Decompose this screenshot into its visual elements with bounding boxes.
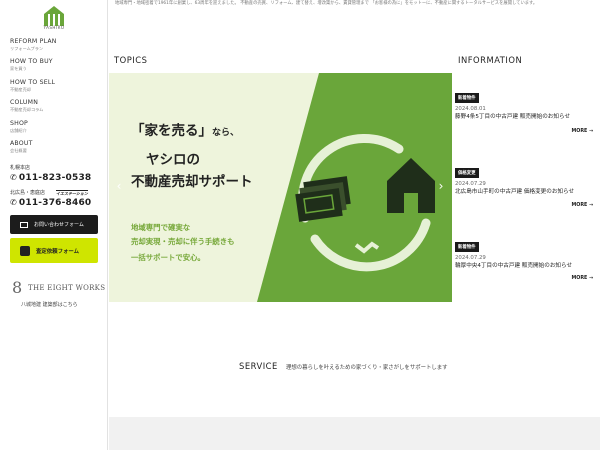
nav-label-jp: 家を買う	[10, 66, 27, 71]
store-name-kitahiroshima: 北広島・恵庭店	[10, 190, 46, 196]
appraisal-form-button[interactable]: 査定依頼フォーム	[10, 238, 98, 263]
slide-title-line1: 「家を売る」なら、	[131, 119, 239, 139]
nav-label-en: HOW TO BUY	[10, 58, 53, 65]
contact-form-button[interactable]: お問い合わせフォーム	[10, 215, 98, 234]
info-date: 2024.08.01	[455, 106, 486, 112]
info-category-badge: 価格変更	[455, 168, 479, 178]
nav-label-en: HOW TO SELL	[10, 79, 56, 86]
information-heading: INFORMATION	[458, 55, 523, 65]
nav-column[interactable]: COLUMN 不動産売却コラム	[10, 99, 105, 113]
nav-label-en: COLUMN	[10, 99, 39, 106]
nav-label-en: REFORM PLAN	[10, 38, 57, 45]
info-more-link[interactable]: MORE →	[571, 129, 593, 134]
phone-icon: ✆	[10, 198, 17, 207]
information-item[interactable]: 価格変更 2024.07.29 北広島市山手町の中古戸建 価格変更のお知らせ M…	[455, 159, 593, 208]
service-subtitle: 理想の暮らしを叶えるための家づくり・家さがしをサポートします	[286, 365, 448, 371]
slide-subtitle-line2: 売却実現・売却に伴う手続きも	[131, 237, 235, 246]
appraisal-form-label: 査定依頼フォーム	[36, 248, 79, 255]
phone-link-kitahiroshima[interactable]: ✆ 011-376-8460	[10, 198, 91, 208]
nav-label-en: SHOP	[10, 120, 28, 127]
topics-slider[interactable]: 「家を売る」なら、 ヤシロの 不動産売却サポート 地域専門で確実な 売却実現・売…	[109, 73, 452, 302]
slide-title-line2: ヤシロの	[146, 152, 200, 168]
nav-shop[interactable]: SHOP 店舗紹介	[10, 120, 105, 134]
nav-label-jp: 店舗紹介	[10, 128, 27, 133]
house-stripes-icon[interactable]	[43, 5, 65, 27]
information-item[interactable]: 新着物件 2024.07.29 輪厚中央4丁目の中古戸建 販売開始のお知らせ M…	[455, 233, 593, 281]
slide-title-line3: 不動産売却サポート	[131, 174, 253, 190]
info-title: 輪厚中央4丁目の中古戸建 販売開始のお知らせ	[455, 263, 573, 269]
intro-text: 地域専門・地域密着で1961年に創業し、63周年を迎えました。 不動産の売買、リ…	[115, 1, 538, 6]
nav-reform-plan[interactable]: REFORM PLAN リフォームプラン	[10, 38, 105, 52]
info-more-link[interactable]: MORE →	[571, 276, 593, 281]
info-more-link[interactable]: MORE →	[571, 203, 593, 208]
info-category-badge: 新着物件	[455, 242, 479, 252]
slide-subtitle-line3: 一括サポートで安心。	[131, 253, 205, 262]
phone-number: 011-823-0538	[18, 173, 92, 183]
store-name-sapporo: 札幌本店	[10, 165, 31, 171]
info-date: 2024.07.29	[455, 181, 486, 187]
service-heading: SERVICE	[239, 361, 278, 371]
nav-label-jp: 不動産売却コラム	[10, 107, 44, 112]
slider-next-arrow-icon[interactable]: ›	[435, 179, 447, 193]
sidebar: YASHIRO REFORM PLAN リフォームプラン HOW TO BUY …	[0, 0, 108, 450]
service-section-background	[109, 417, 600, 450]
nav-about[interactable]: ABOUT 会社概要	[10, 140, 105, 154]
info-title: 藤野4条5丁目の中古戸建 販売開始のお知らせ	[455, 114, 571, 120]
logo-text: YASHIRO	[43, 25, 65, 30]
phone-link-sapporo[interactable]: ✆ 011-823-0538	[10, 173, 91, 183]
mail-icon	[20, 221, 28, 228]
info-date: 2024.07.29	[455, 255, 486, 261]
nav-how-to-buy[interactable]: HOW TO BUY 家を買う	[10, 58, 105, 72]
slider-prev-arrow-icon[interactable]: ‹	[113, 179, 125, 193]
slide-title-suffix: なら、	[212, 128, 240, 138]
nav-label-jp: リフォームプラン	[10, 46, 44, 51]
eight-works-subtitle: 八城地建 建築部はこちら	[21, 302, 78, 308]
nav-label-jp: 会社概要	[10, 148, 27, 153]
iestation-logo: イエステーション	[56, 190, 88, 196]
slide-subtitle-line1: 地域専門で確実な	[131, 223, 191, 232]
info-category-badge: 新着物件	[455, 93, 479, 103]
eight-works-name: THE EIGHT WORKS	[28, 284, 106, 292]
nav-label-en: ABOUT	[10, 140, 33, 147]
contact-form-label: お問い合わせフォーム	[34, 222, 84, 228]
phone-number: 011-376-8460	[18, 198, 92, 208]
eight-works-logo-icon: 8	[12, 278, 23, 297]
slide-title-main: 「家を売る」	[131, 123, 212, 139]
phone-icon: ✆	[10, 173, 17, 182]
calculator-icon	[20, 245, 30, 256]
info-title: 北広島市山手町の中古戸建 価格変更のお知らせ	[455, 189, 575, 195]
nav-how-to-sell[interactable]: HOW TO SELL 不動産売却	[10, 79, 105, 93]
information-item[interactable]: 新着物件 2024.08.01 藤野4条5丁目の中古戸建 販売開始のお知らせ M…	[455, 84, 593, 134]
topics-heading: TOPICS	[114, 55, 148, 65]
nav-label-jp: 不動産売却	[10, 87, 31, 92]
